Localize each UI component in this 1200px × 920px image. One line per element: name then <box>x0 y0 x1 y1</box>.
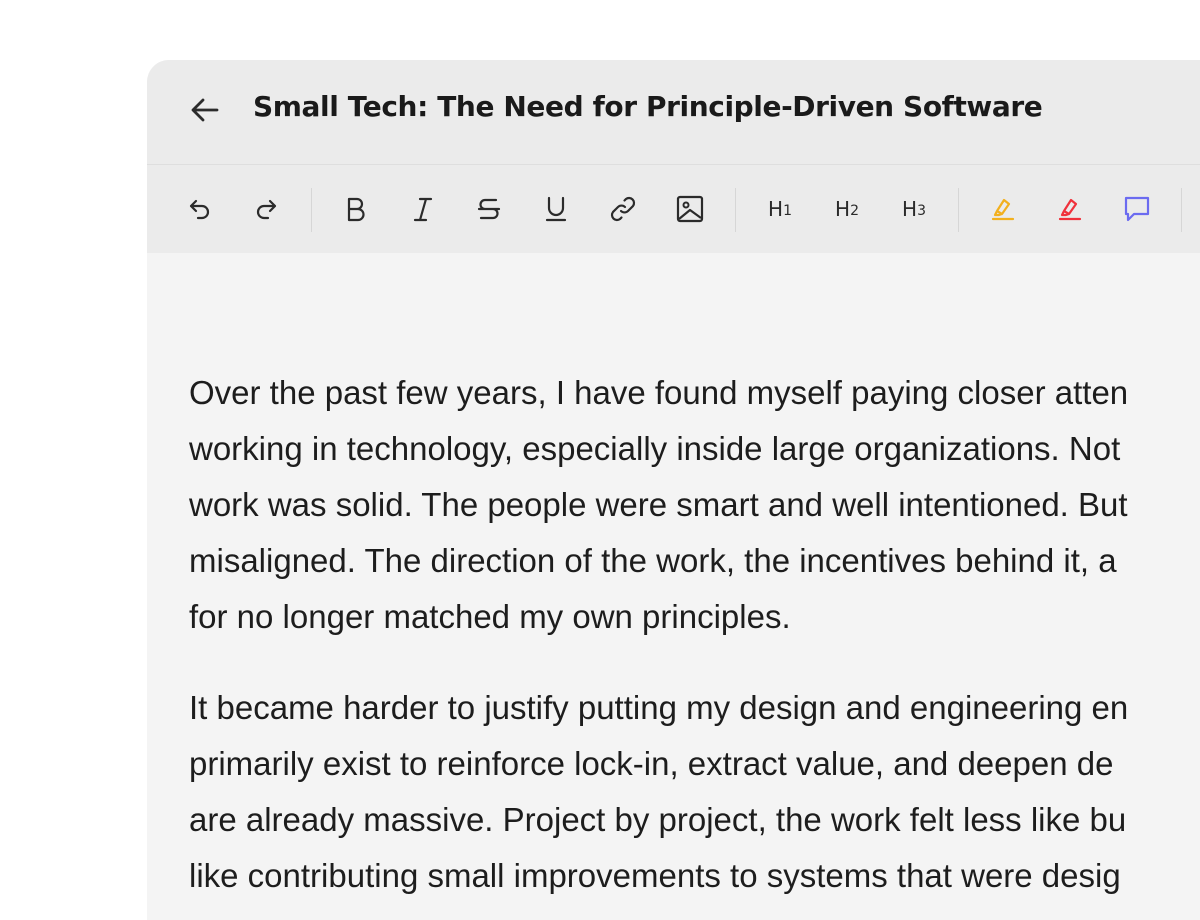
text-line: work was solid. The people were smart an… <box>189 486 1128 523</box>
heading-1-button[interactable]: H1 <box>760 189 800 229</box>
italic-button[interactable] <box>403 189 443 229</box>
text-line: misaligned. The direction of the work, t… <box>189 542 1117 579</box>
comment-button[interactable] <box>1117 189 1157 229</box>
heading-1-letter: H <box>768 197 784 221</box>
heading-3-button[interactable]: H3 <box>894 189 934 229</box>
underline-button[interactable] <box>536 189 576 229</box>
heading-3-letter: H <box>902 197 918 221</box>
undo-icon <box>189 199 210 220</box>
heading-2-level: 2 <box>850 203 859 219</box>
bold-button[interactable] <box>335 189 375 229</box>
link-icon <box>610 196 636 222</box>
heading-3-level: 3 <box>917 203 926 219</box>
title-bar: Small Tech: The Need for Principle-Drive… <box>147 60 1200 165</box>
strikethrough-button[interactable] <box>469 189 509 229</box>
link-button[interactable] <box>603 189 643 229</box>
underline-icon <box>545 196 567 222</box>
highlight-red-button[interactable] <box>1050 189 1090 229</box>
text-line: It became harder to justify putting my d… <box>189 689 1129 726</box>
highlight-red-icon <box>1058 198 1082 221</box>
redo-button[interactable] <box>246 189 286 229</box>
paragraph: Over the past few years, I have found my… <box>189 365 1200 645</box>
document-title: Small Tech: The Need for Principle-Drive… <box>253 90 1043 123</box>
heading-2-button[interactable]: H2 <box>827 189 867 229</box>
image-button[interactable] <box>670 189 710 229</box>
text-line: like contributing small improvements to … <box>189 857 1121 894</box>
back-button[interactable] <box>185 90 225 130</box>
editor-window: Small Tech: The Need for Principle-Drive… <box>147 60 1200 920</box>
toolbar-separator <box>735 188 736 232</box>
heading-2-letter: H <box>835 197 851 221</box>
text-line: for no longer matched my own principles. <box>189 598 791 635</box>
arrow-left-icon <box>191 98 219 122</box>
comment-icon <box>1124 196 1150 222</box>
italic-icon <box>413 197 433 222</box>
highlight-yellow-button[interactable] <box>983 189 1023 229</box>
text-line: Over the past few years, I have found my… <box>189 374 1129 411</box>
strikethrough-icon <box>477 198 501 220</box>
bold-icon <box>347 197 365 222</box>
text-line: working in technology, especially inside… <box>189 430 1121 467</box>
redo-icon <box>256 199 277 220</box>
text-line: primarily exist to reinforce lock-in, ex… <box>189 745 1114 782</box>
text-line: are already massive. Project by project,… <box>189 801 1127 838</box>
highlight-yellow-icon <box>991 198 1015 221</box>
undo-button[interactable] <box>180 189 220 229</box>
toolbar-separator <box>311 188 312 232</box>
toolbar-separator <box>958 188 959 232</box>
image-icon <box>676 195 704 223</box>
paragraph: It became harder to justify putting my d… <box>189 680 1200 904</box>
heading-1-level: 1 <box>783 203 792 219</box>
formatting-toolbar: H1 H2 H3 <box>147 165 1200 253</box>
toolbar-separator <box>1181 188 1182 232</box>
document-body[interactable]: Over the past few years, I have found my… <box>189 365 1200 920</box>
